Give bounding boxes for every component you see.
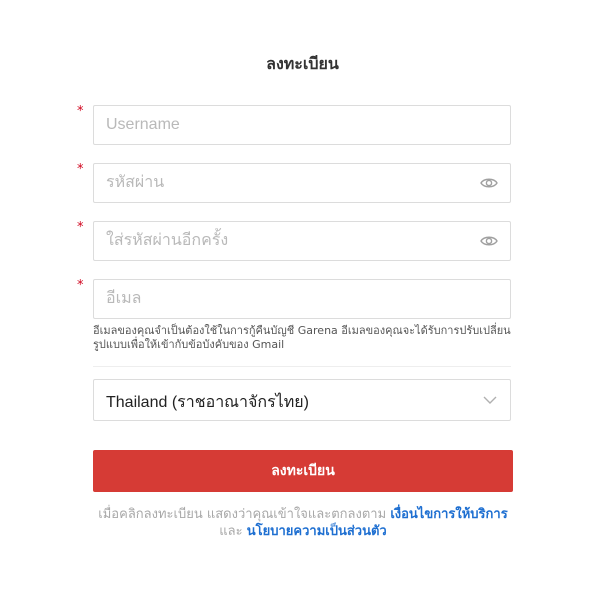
email-hint: อีเมลของคุณจำเป็นต้องใช้ในการกู้คืนบัญชี…	[93, 324, 511, 351]
terms-notice: เมื่อคลิกลงทะเบียน แสดงว่าคุณเข้าใจและตก…	[93, 506, 513, 540]
password-confirm-field-wrapper	[93, 221, 511, 261]
region-select-value: Thailand (ราชอาณาจักรไทย)	[106, 394, 309, 411]
register-button[interactable]: ลงทะเบียน	[93, 450, 513, 492]
username-input[interactable]	[106, 106, 466, 144]
email-field-wrapper	[93, 279, 511, 319]
password-field-wrapper	[93, 163, 511, 203]
terms-of-service-link[interactable]: เงื่อนไขการให้บริการ	[390, 507, 507, 522]
chevron-down-icon	[483, 396, 497, 404]
terms-and: และ	[219, 524, 243, 539]
privacy-policy-link[interactable]: นโยบายความเป็นส่วนตัว	[247, 524, 387, 539]
eye-icon[interactable]	[480, 176, 498, 190]
eye-icon[interactable]	[480, 234, 498, 248]
password-input[interactable]	[106, 164, 466, 202]
required-marker: *	[77, 162, 84, 177]
page-title: ลงทะเบียน	[266, 54, 339, 73]
region-select[interactable]: Thailand (ราชอาณาจักรไทย)	[93, 379, 511, 421]
terms-prefix: เมื่อคลิกลงทะเบียน แสดงว่าคุณเข้าใจและตก…	[98, 507, 387, 522]
required-marker: *	[77, 220, 84, 235]
required-marker: *	[77, 278, 84, 293]
email-input[interactable]	[106, 280, 466, 318]
username-field-wrapper	[93, 105, 511, 145]
divider	[93, 366, 511, 367]
required-marker: *	[77, 104, 84, 119]
password-confirm-input[interactable]	[106, 222, 466, 260]
